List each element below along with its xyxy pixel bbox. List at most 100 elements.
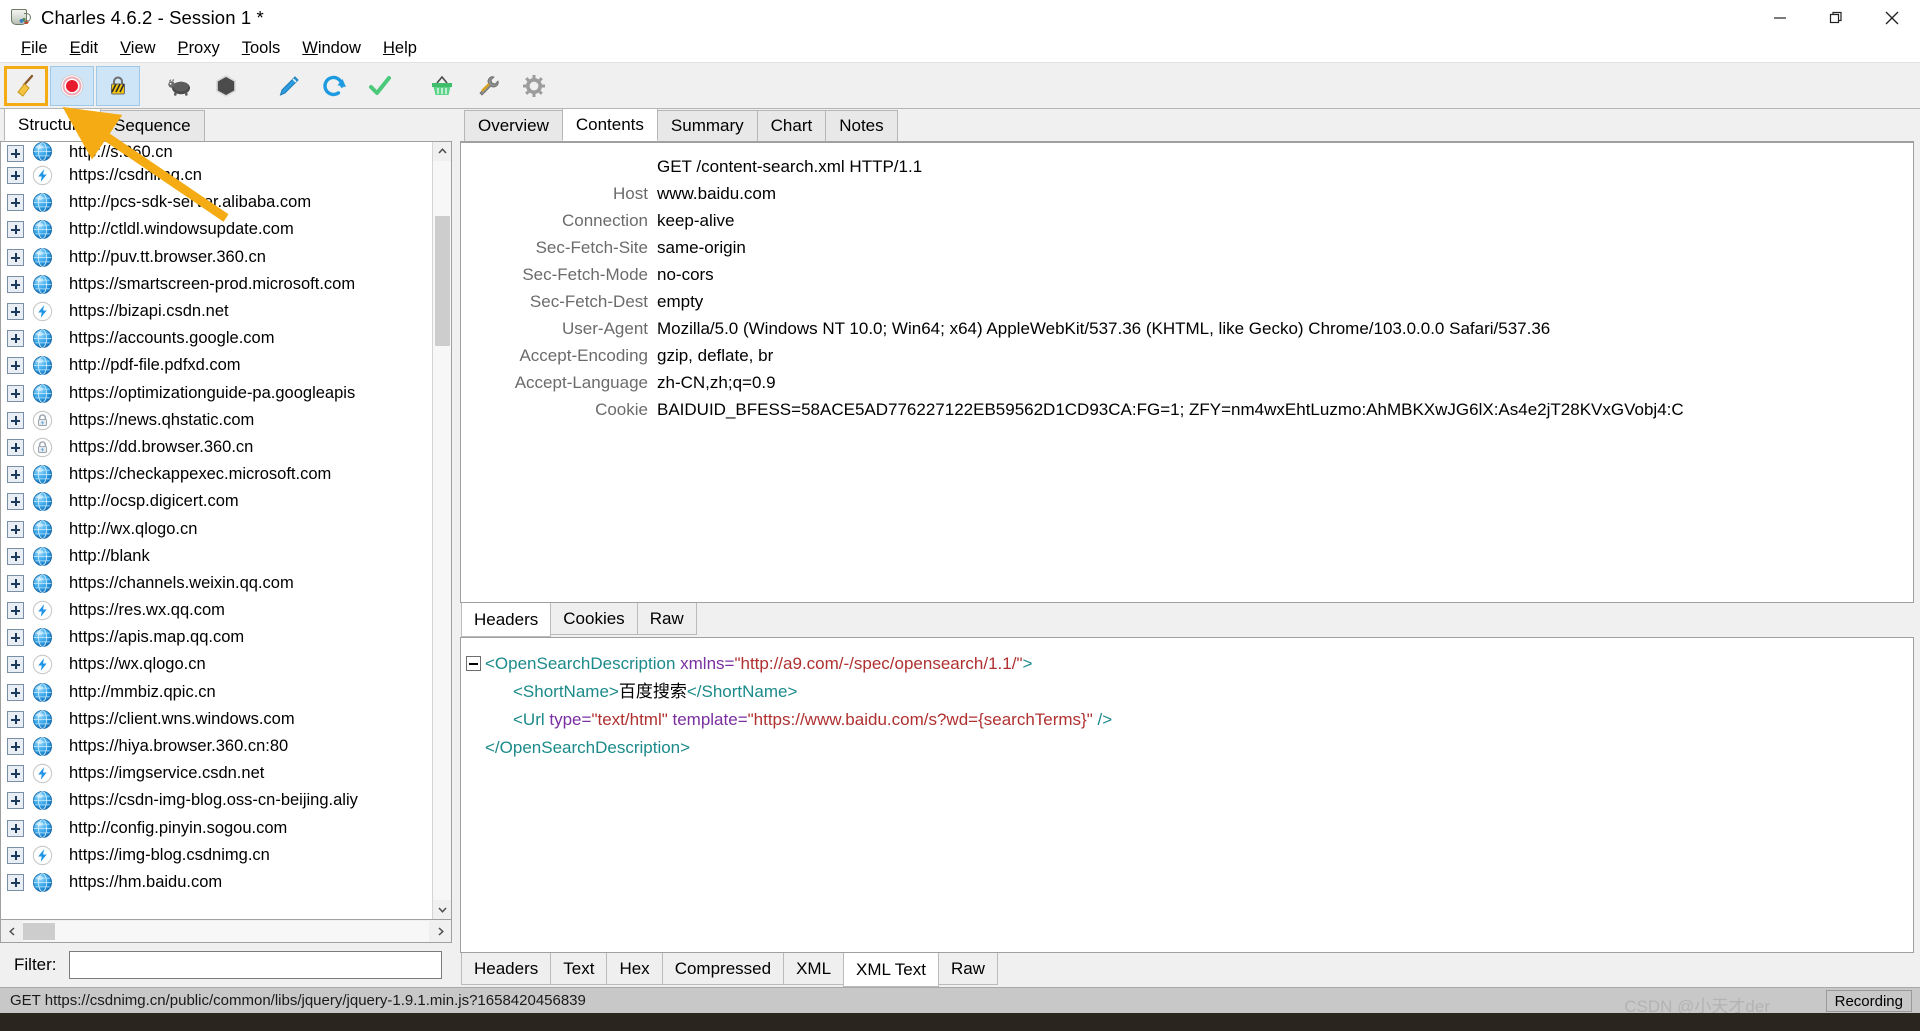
repeat-button[interactable] [312, 66, 356, 106]
subtab-resp-compressed[interactable]: Compressed [661, 953, 785, 985]
tree-row[interactable]: https://dd.browser.360.cn [1, 434, 432, 461]
breakpoints-button[interactable] [204, 66, 248, 106]
tree-expander-icon[interactable] [7, 411, 24, 429]
tree-row[interactable]: https://client.wns.windows.com [1, 706, 432, 733]
tree-expander-icon[interactable] [7, 602, 24, 620]
tree-row[interactable]: http://wx.qlogo.cn [1, 515, 432, 542]
tree-expander-icon[interactable] [7, 145, 24, 162]
subtab-resp-hex[interactable]: Hex [606, 953, 663, 985]
tree-row[interactable]: https://smartscreen-prod.microsoft.com [1, 271, 432, 298]
tree-expander-icon[interactable] [7, 221, 24, 239]
tree-expander-icon[interactable] [7, 466, 24, 484]
subtab-req-cookies[interactable]: Cookies [550, 603, 638, 635]
tree-expander-icon[interactable] [7, 792, 24, 810]
tree-expander-icon[interactable] [7, 710, 24, 728]
tree-scroll-thumb[interactable] [434, 216, 450, 346]
tree-vertical-scrollbar[interactable] [432, 142, 451, 919]
tree-expander-icon[interactable] [7, 357, 24, 375]
tree-row[interactable]: http://ctldl.windowsupdate.com [1, 216, 432, 243]
tree-row[interactable]: http://pcs-sdk-server.alibaba.com [1, 189, 432, 216]
tab-sequence[interactable]: Sequence [99, 110, 205, 141]
tab-chart[interactable]: Chart [756, 110, 827, 141]
tree-row[interactable]: https://channels.weixin.qq.com [1, 570, 432, 597]
scroll-right-icon[interactable] [429, 921, 451, 942]
tree-row[interactable]: https://news.qhstatic.com [1, 407, 432, 434]
tree-row[interactable]: https://hiya.browser.360.cn:80 [1, 733, 432, 760]
tree-expander-icon[interactable] [7, 330, 24, 348]
menu-file[interactable]: File [10, 38, 59, 60]
menu-edit[interactable]: Edit [59, 38, 109, 60]
subtab-req-headers[interactable]: Headers [461, 603, 552, 637]
tree-expander-icon[interactable] [7, 683, 24, 701]
hscroll-thumb[interactable] [23, 922, 55, 940]
menu-tools[interactable]: Tools [231, 38, 292, 60]
scroll-left-icon[interactable] [1, 921, 23, 942]
menu-help[interactable]: Help [372, 38, 428, 60]
restore-icon[interactable] [1808, 0, 1864, 36]
minimize-icon[interactable] [1752, 0, 1808, 36]
menu-proxy[interactable]: Proxy [167, 38, 231, 60]
tree-row[interactable]: http://ocsp.digicert.com [1, 488, 432, 515]
subtab-resp-xml[interactable]: XML [783, 953, 845, 985]
tree-row[interactable]: https://bizapi.csdn.net [1, 298, 432, 325]
tree-row[interactable]: https://img-blog.csdnimg.cn [1, 842, 432, 869]
tree-row[interactable]: https://csdnimg.cn [1, 162, 432, 189]
tree-expander-icon[interactable] [7, 384, 24, 402]
tree-expander-icon[interactable] [7, 438, 24, 456]
subtab-resp-xml-text[interactable]: XML Text [843, 953, 939, 987]
tree-row[interactable]: https://wx.qlogo.cn [1, 651, 432, 678]
tree-expander-icon[interactable] [7, 846, 24, 864]
subtab-req-raw[interactable]: Raw [636, 603, 697, 635]
throttle-button[interactable] [96, 65, 140, 106]
subtab-resp-raw[interactable]: Raw [937, 953, 998, 985]
tree-expander-icon[interactable] [7, 738, 24, 756]
tab-structure[interactable]: Structure [4, 108, 101, 141]
tree-expander-icon[interactable] [7, 194, 24, 212]
tree-expander-icon[interactable] [7, 547, 24, 565]
tree-row[interactable]: http://s.360.cn [1, 142, 432, 162]
settings-button[interactable] [512, 66, 556, 106]
tree-expander-icon[interactable] [7, 574, 24, 592]
tree-row[interactable]: https://accounts.google.com [1, 325, 432, 352]
menu-view[interactable]: View [109, 38, 166, 60]
tree-row[interactable]: https://checkappexec.microsoft.com [1, 461, 432, 488]
tree-expander-icon[interactable] [7, 629, 24, 647]
throttle-settings-button[interactable] [158, 66, 202, 106]
tree-expander-icon[interactable] [7, 656, 24, 674]
tools-wrench-button[interactable] [466, 66, 510, 106]
tree-expander-icon[interactable] [7, 520, 24, 538]
tab-contents[interactable]: Contents [561, 108, 658, 141]
subtab-resp-text[interactable]: Text [550, 953, 608, 985]
tree-row[interactable]: http://pdf-file.pdfxd.com [1, 352, 432, 379]
collapse-icon[interactable] [465, 656, 481, 671]
scroll-down-icon[interactable] [432, 900, 451, 919]
record-button[interactable] [50, 65, 94, 106]
tree-row[interactable]: http://config.pinyin.sogou.com [1, 815, 432, 842]
tree-expander-icon[interactable] [7, 493, 24, 511]
compose-button[interactable] [266, 66, 310, 106]
tree-row[interactable]: http://blank [1, 543, 432, 570]
tree-expander-icon[interactable] [7, 873, 24, 891]
response-xml-content[interactable]: <OpenSearchDescription xmlns="http://a9.… [461, 638, 1913, 762]
tree-row[interactable]: http://puv.tt.browser.360.cn [1, 244, 432, 271]
tools-basket-button[interactable] [420, 66, 464, 106]
filter-input[interactable] [68, 951, 442, 979]
hscroll-track[interactable] [23, 920, 429, 942]
tree-expander-icon[interactable] [7, 303, 24, 321]
tree-expander-icon[interactable] [7, 765, 24, 783]
tree-row[interactable]: https://csdn-img-blog.oss-cn-beijing.ali… [1, 787, 432, 814]
host-tree[interactable]: http://s.360.cn https://csdnimg.cn http://… [1, 142, 432, 919]
menu-window[interactable]: Window [291, 38, 372, 60]
tab-overview[interactable]: Overview [464, 110, 563, 141]
tree-row[interactable]: https://res.wx.qq.com [1, 597, 432, 624]
tree-expander-icon[interactable] [7, 248, 24, 266]
subtab-resp-headers[interactable]: Headers [461, 953, 552, 985]
clear-session-button[interactable] [4, 65, 48, 106]
tree-scroll-track[interactable] [432, 161, 451, 900]
tree-row[interactable]: https://hm.baidu.com [1, 869, 432, 896]
tree-expander-icon[interactable] [7, 819, 24, 837]
tree-expander-icon[interactable] [7, 275, 24, 293]
tree-row[interactable]: https://imgservice.csdn.net [1, 760, 432, 787]
tree-row[interactable]: http://mmbiz.qpic.cn [1, 679, 432, 706]
status-badge[interactable]: Recording [1825, 990, 1912, 1012]
